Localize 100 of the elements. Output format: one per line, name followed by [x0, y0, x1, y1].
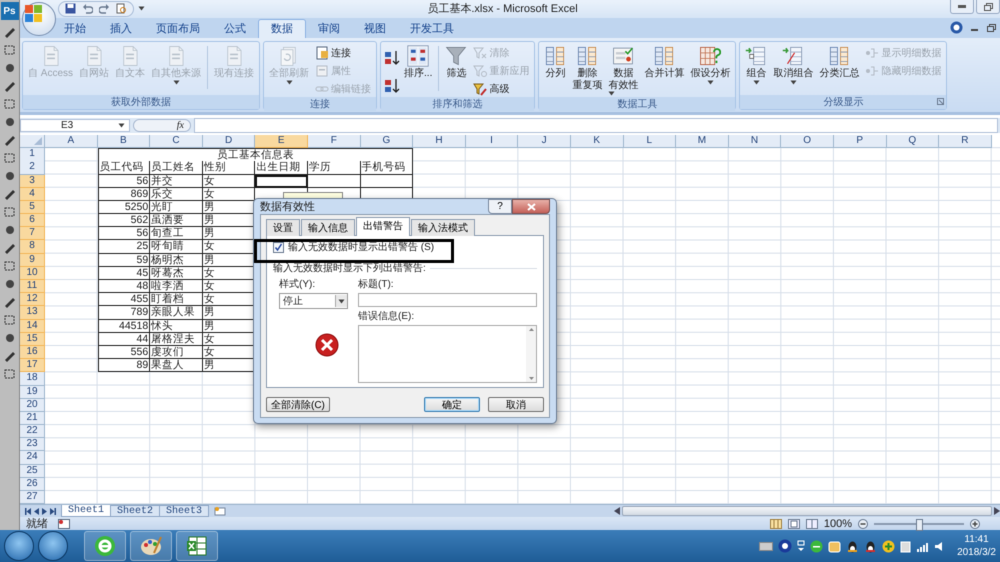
ribbon-button[interactable]: 分列	[542, 44, 568, 80]
style-dropdown[interactable]: 停止	[279, 293, 348, 309]
row-header[interactable]: 13	[20, 306, 45, 320]
clock[interactable]: 11:41 2018/3/2	[951, 533, 996, 559]
table-cell: 怵头	[150, 320, 203, 333]
row-header[interactable]: 9	[20, 254, 45, 267]
row-header[interactable]: 16	[20, 346, 45, 360]
row-header[interactable]: 23	[20, 438, 45, 452]
ribbon-button[interactable]: 合并计算	[642, 44, 686, 80]
row-header[interactable]: 12	[20, 293, 45, 306]
dialog-tab[interactable]: 输入法模式	[411, 219, 475, 236]
column-header[interactable]: K	[570, 134, 624, 148]
group-title: 数据工具	[617, 98, 658, 111]
table-cell: 女	[202, 240, 256, 254]
dialog-button[interactable]: 全部清除(C)	[266, 397, 330, 412]
table-cell: 男	[202, 359, 256, 372]
row-header[interactable]: 8	[20, 240, 45, 254]
row-header[interactable]: 1	[20, 148, 45, 162]
ribbon-button[interactable]: 取消组合	[771, 44, 816, 86]
table-cell: 455	[98, 293, 150, 306]
column-heading-cell: 员工代码	[98, 161, 150, 175]
help-button[interactable]: ?	[488, 199, 512, 214]
name-box[interactable]: E3	[20, 118, 130, 132]
insert-function-button[interactable]: fx	[133, 118, 191, 132]
sheet-tab[interactable]: Sheet3	[159, 505, 210, 517]
dialog-tab[interactable]: 输入信息	[301, 219, 355, 236]
table-cell: 562	[98, 214, 150, 228]
ribbon-tab[interactable]: 公式	[212, 18, 258, 38]
ribbon-button[interactable]: 删除 重复项	[570, 44, 604, 92]
column-header[interactable]: H	[413, 134, 466, 148]
window-title: 员工基本.xlsx - Microsoft Excel	[426, 2, 579, 16]
sheet-tab[interactable]: Sheet1	[61, 505, 112, 517]
row-header[interactable]: 25	[20, 464, 45, 478]
ribbon-button[interactable]: 分类汇总	[817, 44, 862, 80]
ribbon-tab[interactable]: 页面布局	[144, 18, 212, 38]
row-header[interactable]: 3	[20, 174, 45, 188]
column-header[interactable]: B	[98, 134, 150, 148]
row-header[interactable]: 6	[20, 214, 45, 228]
column-header[interactable]: J	[518, 134, 571, 148]
table-cell: 乐交	[150, 188, 203, 201]
ribbon-tab[interactable]: 视图	[352, 18, 398, 38]
table-cell: 56	[98, 174, 150, 188]
row-header[interactable]: 14	[20, 320, 45, 333]
column-header[interactable]: P	[834, 134, 886, 148]
ribbon-button[interactable]: 排序...	[402, 44, 434, 80]
dialog-button[interactable]: 确定	[424, 397, 480, 412]
dialog-button[interactable]: 取消	[488, 397, 544, 412]
ribbon-button[interactable]: 假设分析	[688, 44, 732, 86]
dialog-tab[interactable]: 出错警告	[356, 217, 410, 236]
column-header[interactable]: N	[728, 134, 782, 148]
table-cell: 48	[98, 280, 150, 294]
row-header[interactable]: 21	[20, 412, 45, 426]
ribbon-button[interactable]: 筛选	[443, 44, 470, 80]
row-header[interactable]: 22	[20, 425, 45, 438]
column-header[interactable]: O	[781, 134, 834, 148]
column-header[interactable]: I	[466, 134, 518, 148]
row-header[interactable]: 26	[20, 478, 45, 492]
ribbon-small-button[interactable]: 连接	[313, 44, 374, 61]
row-header[interactable]: 24	[20, 451, 45, 465]
row-header[interactable]: 10	[20, 266, 45, 280]
ribbon-button[interactable]: 组合	[743, 44, 770, 86]
ribbon-tab[interactable]: 插入	[98, 18, 144, 38]
ribbon-tab[interactable]: 开发工具	[398, 18, 466, 38]
group-title: 排序和筛选	[432, 98, 483, 111]
column-header[interactable]: L	[624, 134, 676, 148]
ribbon-tab[interactable]: 开始	[52, 18, 98, 38]
row-header[interactable]: 18	[20, 372, 45, 386]
table-cell: 556	[98, 346, 150, 360]
table-cell: 光盯	[150, 200, 203, 214]
dialog-tab[interactable]: 设置	[266, 219, 300, 236]
row-header[interactable]: 7	[20, 227, 45, 240]
row-header[interactable]: 4	[20, 188, 45, 201]
column-heading-cell: 学历	[308, 161, 361, 175]
column-heading-cell: 手机号码	[360, 161, 414, 175]
row-header[interactable]: 2	[20, 161, 45, 175]
column-header[interactable]: G	[360, 134, 414, 148]
sheet-tab[interactable]: Sheet2	[110, 505, 160, 517]
ribbon-tab[interactable]: 数据	[258, 18, 306, 38]
column-header[interactable]: D	[202, 134, 256, 148]
column-header[interactable]: M	[676, 134, 729, 148]
column-header[interactable]: A	[45, 134, 98, 148]
row-header[interactable]: 27	[20, 491, 45, 504]
row-header[interactable]: 17	[20, 359, 45, 372]
column-header[interactable]: R	[939, 134, 992, 148]
table-cell: 25	[98, 240, 150, 254]
table-cell: 杨明杰	[150, 254, 203, 267]
ribbon-button[interactable]: 数据 有效性	[606, 44, 640, 97]
ribbon-tab[interactable]: 审阅	[306, 18, 352, 38]
row-header[interactable]: 19	[20, 386, 45, 399]
table-cell: 89	[98, 359, 150, 372]
row-header[interactable]: 15	[20, 332, 45, 346]
row-header[interactable]: 11	[20, 280, 45, 294]
column-header[interactable]: C	[150, 134, 203, 148]
column-header[interactable]: E	[255, 134, 308, 148]
ribbon-small-button[interactable]: 高级	[471, 80, 532, 97]
app-logo[interactable]: Ps	[0, 2, 18, 20]
row-header[interactable]: 5	[20, 200, 45, 214]
column-header[interactable]: Q	[886, 134, 940, 148]
row-header[interactable]: 20	[20, 398, 45, 412]
column-header[interactable]: F	[308, 134, 361, 148]
